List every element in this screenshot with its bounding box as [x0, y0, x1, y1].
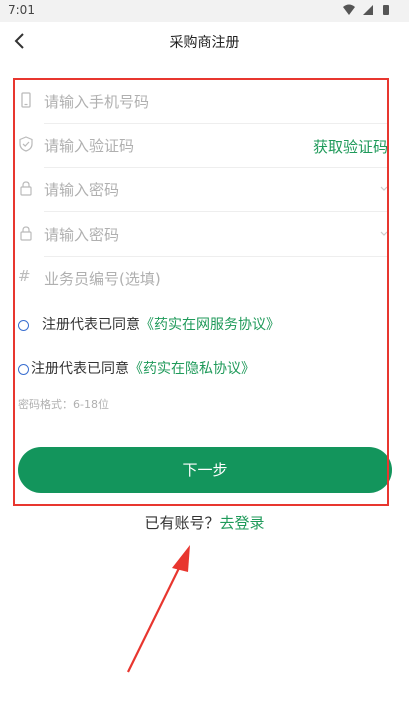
status-icons [343, 4, 389, 15]
login-prompt: 已有账号？去登录 [0, 512, 409, 533]
has-account-text: 已有账号？ [144, 514, 220, 532]
wifi-icon [343, 4, 355, 15]
signal-icon [363, 5, 373, 15]
status-time: 7:01 [8, 3, 35, 17]
annotation-arrow-icon [127, 545, 190, 673]
annotation-box [13, 78, 389, 506]
login-link[interactable]: 去登录 [220, 514, 265, 532]
battery-icon [383, 5, 389, 15]
page-title: 采购商注册 [169, 35, 240, 51]
